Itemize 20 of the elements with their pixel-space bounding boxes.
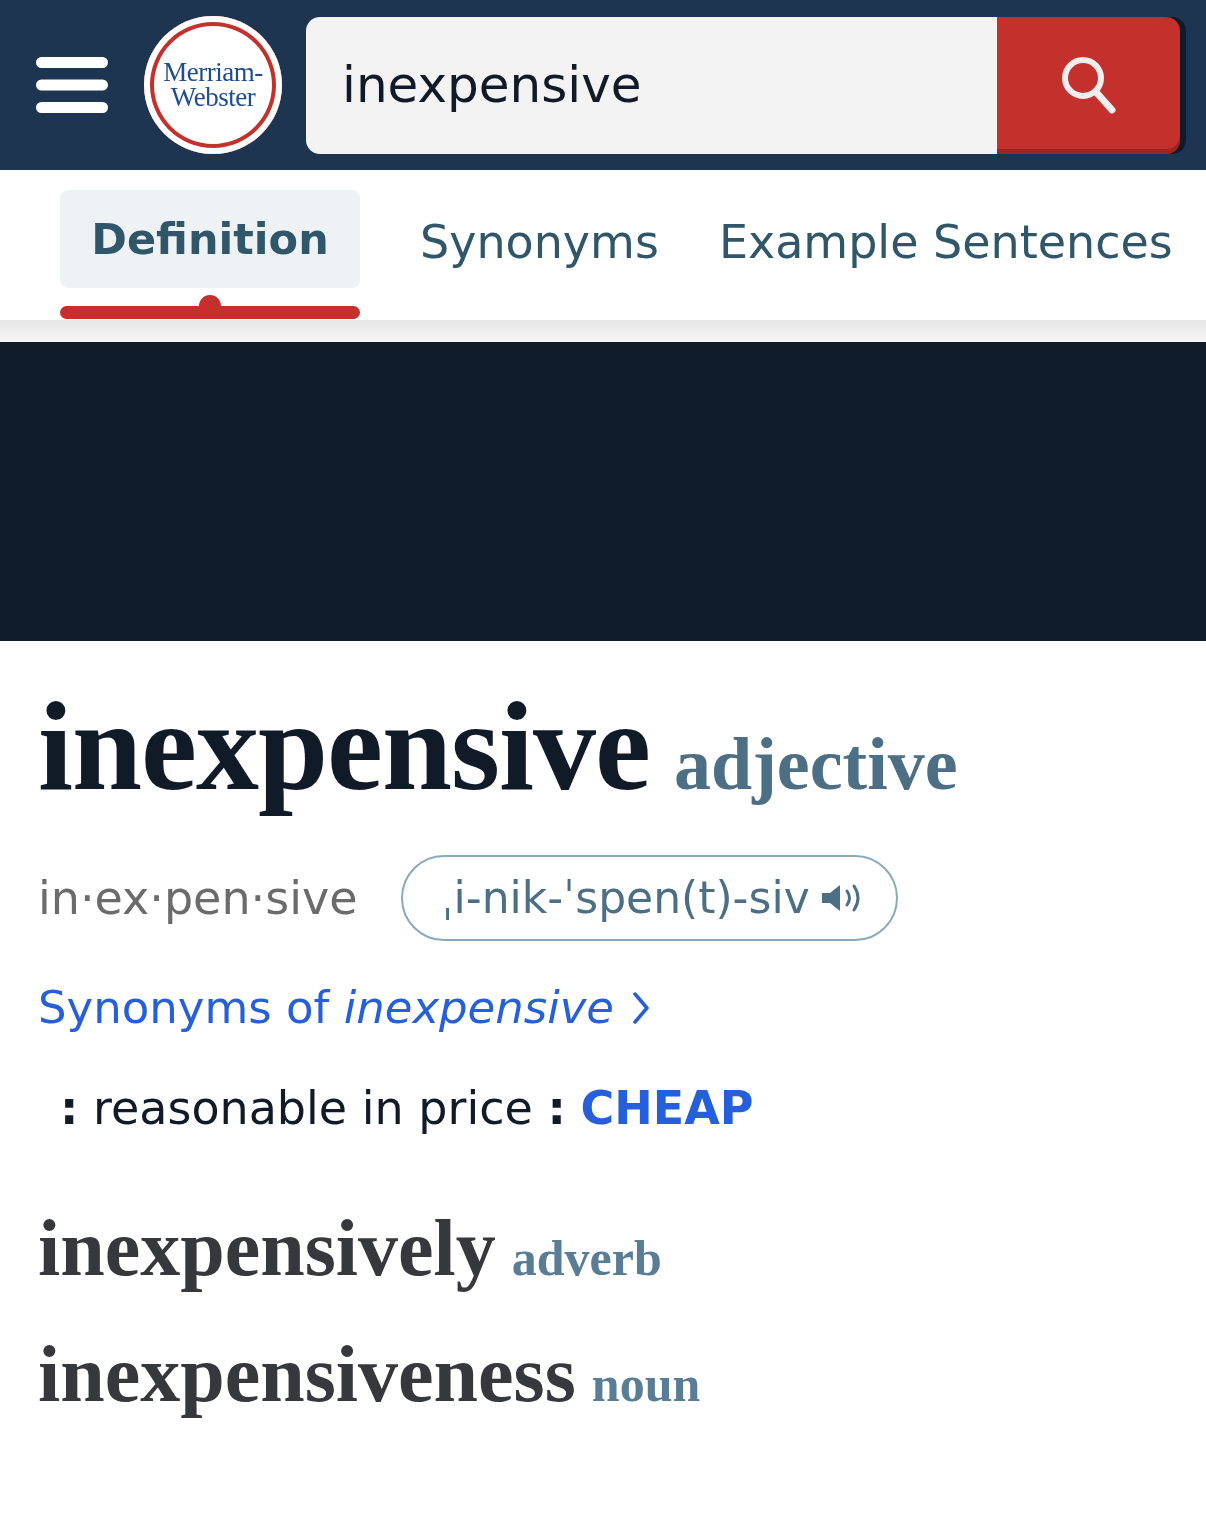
run-on-word: inexpensively [38, 1206, 496, 1291]
cross-reference-link[interactable]: CHEAP [580, 1081, 754, 1136]
run-on-word: inexpensiveness [38, 1332, 576, 1417]
logo-badge[interactable]: Merriam- Webster [144, 16, 282, 154]
chevron-icon [632, 991, 651, 1026]
tab[interactable]: Definition [60, 190, 360, 288]
tab[interactable]: Synonyms [420, 190, 659, 288]
search-field[interactable]: inexpensive [306, 16, 997, 154]
syllables-text: in·ex·pen·sive [38, 870, 358, 926]
menu-button[interactable] [36, 57, 108, 113]
pronunciation-button[interactable]: ˌi-nik-ˈspen(t)-siv [401, 855, 898, 942]
definition-text: : reasonable in price : CHEAP [60, 1081, 754, 1137]
menu-icon [36, 57, 108, 113]
tab[interactable]: Example Sentences [718, 190, 1173, 288]
part-of-speech: noun [591, 1358, 701, 1411]
headword: inexpensive [38, 681, 651, 814]
synonyms-link[interactable]: Synonyms of inexpensive [38, 981, 651, 1036]
part-of-speech: adverb [511, 1232, 662, 1285]
search-icon [1060, 55, 1117, 115]
logo-text: Merriam- Webster [163, 60, 263, 110]
